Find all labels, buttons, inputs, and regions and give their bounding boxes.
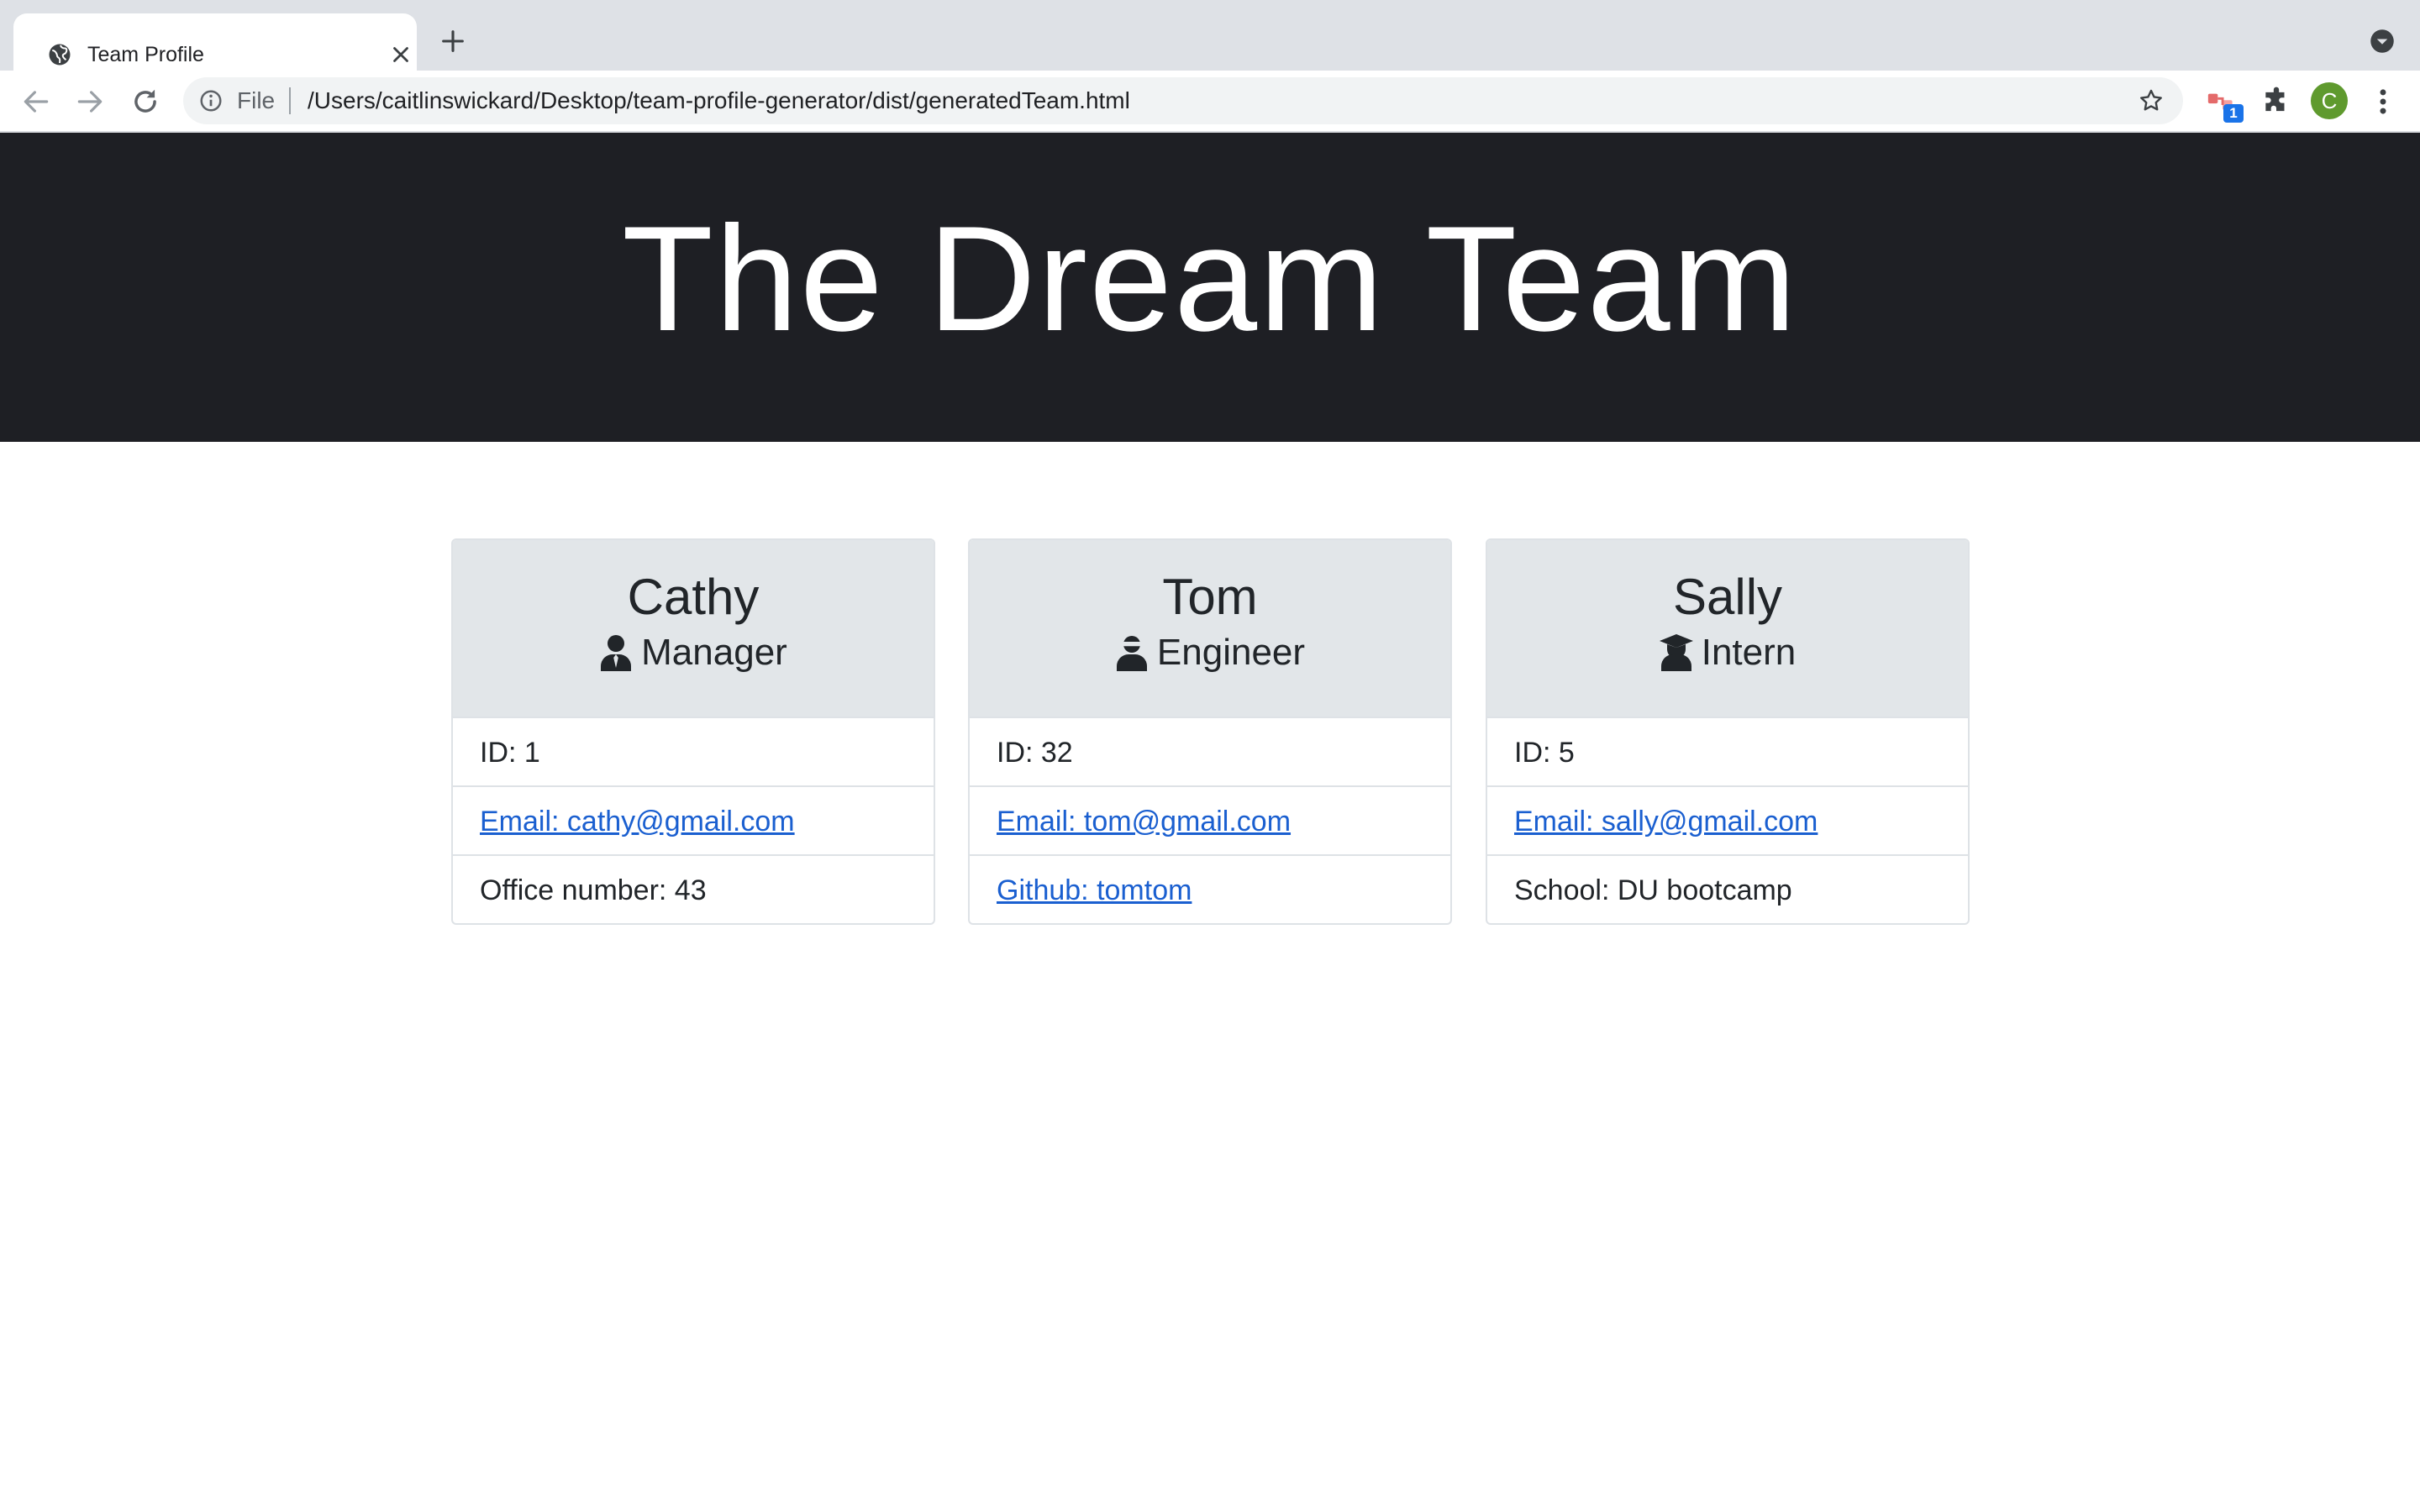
github-link[interactable]: Github: tomtom [997,874,1192,906]
globe-icon [49,44,71,66]
role-label: Manager [641,632,787,673]
employee-name: Tom [1162,569,1258,625]
employee-card-intern: Sally Intern ID: 5 Email: sally@gmail.co… [1486,538,1970,925]
browser-toolbar: File /Users/caitlinswickard/Desktop/team… [0,71,2420,133]
info-icon[interactable] [198,88,224,113]
back-icon[interactable] [20,86,52,118]
employee-id: ID: 1 [453,718,934,787]
tab-search-icon[interactable] [2370,29,2395,54]
active-tab[interactable]: Team Profile [13,13,417,71]
extensions-puzzle-icon[interactable] [2260,86,2292,118]
email-link[interactable]: Email: sally@gmail.com [1514,806,1818,837]
card-header: Cathy Manager [453,540,934,718]
school-name: School: DU bootcamp [1514,874,1792,906]
new-tab-icon[interactable] [439,27,467,55]
employee-email-row: Email: sally@gmail.com [1487,787,1968,856]
forward-icon[interactable] [74,86,106,118]
header-jumbotron: The Dream Team [0,133,2420,442]
employee-card-manager: Cathy Manager ID: 1 Email: cathy@gmail.c… [451,538,935,925]
extension-badge: 1 [2223,104,2244,123]
kebab-menu-icon[interactable] [2371,86,2395,118]
address-bar[interactable]: File /Users/caitlinswickard/Desktop/team… [183,77,2183,124]
bookmark-star-icon[interactable] [2138,87,2165,114]
card-header: Tom Engineer [970,540,1450,718]
tab-title: Team Profile [87,43,204,66]
engineer-icon [1116,636,1147,671]
employee-role: Engineer [970,629,1450,676]
employee-email-row: Email: tom@gmail.com [970,787,1450,856]
employee-card-engineer: Tom Engineer ID: 32 Email: tom@gmail.com… [968,538,1452,925]
profile-avatar[interactable]: C [2311,82,2348,119]
role-label: Intern [1701,632,1797,673]
employee-email-row: Email: cathy@gmail.com [453,787,934,856]
url-text[interactable]: /Users/caitlinswickard/Desktop/team-prof… [308,88,1130,113]
page-title: The Dream Team [622,195,1798,362]
graduate-icon [1659,634,1693,671]
role-label: Engineer [1156,632,1306,673]
manager-icon [601,635,632,671]
close-tab-icon[interactable] [388,42,413,67]
employee-name: Cathy [627,569,760,625]
employee-role: Intern [1487,629,1968,676]
employee-id: ID: 5 [1487,718,1968,787]
office-number: Office number: 43 [480,874,707,906]
card-header: Sally Intern [1487,540,1968,718]
email-link[interactable]: Email: cathy@gmail.com [480,806,795,837]
employee-id: ID: 32 [970,718,1450,787]
url-scheme-label: File [237,87,276,113]
employee-role: Manager [453,629,934,676]
reload-icon[interactable] [129,86,161,118]
employee-github-row: Github: tomtom [970,856,1450,923]
email-link[interactable]: Email: tom@gmail.com [997,806,1291,837]
omnibox-divider [289,87,291,114]
employee-name: Sally [1672,569,1783,625]
tab-strip: Team Profile [0,0,2420,71]
